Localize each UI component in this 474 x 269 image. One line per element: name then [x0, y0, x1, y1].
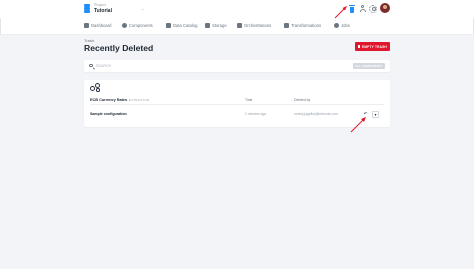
annotation-arrow-icon — [350, 117, 366, 133]
nav-item-orchestrations[interactable]: Orchestrations — [237, 20, 271, 30]
component-name: ECB Currency Rates — [90, 97, 128, 102]
gear-icon[interactable] — [369, 4, 377, 13]
top-bar: Project Tutorial ⌄ — [0, 0, 474, 18]
deleted-component-card: ECB Currency Rates EXTRACTOR Time Delete… — [84, 80, 390, 127]
nav-item-transformations[interactable]: Transformations — [284, 20, 321, 30]
annotation-arrow-icon — [334, 6, 347, 19]
component-icon — [90, 83, 101, 93]
nav-item-label: Jobs — [341, 22, 350, 28]
component-type: EXTRACTOR — [129, 98, 150, 102]
nav-item-jobs[interactable]: Jobs — [334, 20, 350, 30]
dashboard-icon — [84, 22, 89, 28]
trash-icon — [358, 45, 361, 48]
configuration-name: Sample configuration — [90, 111, 127, 116]
chevron-down-icon: ▾ — [374, 111, 377, 117]
nav-item-storage[interactable]: Storage — [205, 20, 227, 30]
components-icon — [122, 22, 127, 28]
nav-item-label: Orchestrations — [244, 22, 272, 28]
search-bar: ALL COMPONENTS — [84, 60, 390, 72]
avatar[interactable] — [380, 3, 390, 13]
chevron-down-icon[interactable]: ⌄ — [141, 6, 144, 11]
search-input[interactable] — [96, 62, 346, 70]
data-catalog-icon — [166, 22, 171, 28]
more-actions-button[interactable]: ▾ — [372, 110, 379, 118]
deleted-time: 2 minutes ago — [245, 112, 267, 116]
empty-trash-button[interactable]: EMPTY TRASH — [355, 42, 390, 51]
deleted-by: ondrej.jagelka@keboola.com — [294, 112, 338, 116]
main-nav: Dashboard Components Data Catalog Storag… — [84, 20, 384, 30]
nav-item-label: Components — [129, 22, 153, 28]
search-icon — [89, 63, 93, 68]
nav-item-data-catalog[interactable]: Data Catalog — [166, 20, 197, 30]
column-header-time: Time — [245, 98, 253, 102]
nav-item-dashboard[interactable]: Dashboard — [84, 20, 112, 30]
nav-item-label: Dashboard — [91, 22, 112, 28]
nav-item-label: Transformations — [291, 22, 322, 28]
orchestrations-icon — [237, 22, 242, 28]
nav-item-components[interactable]: Components — [122, 20, 153, 30]
project-logo-icon[interactable] — [84, 4, 91, 14]
component-filter-button[interactable]: ALL COMPONENTS — [353, 63, 385, 69]
project-label: Project — [94, 2, 106, 7]
transformations-icon — [284, 22, 289, 28]
user-icon[interactable] — [359, 5, 366, 13]
nav-item-label: Data Catalog — [173, 22, 198, 28]
jobs-icon — [334, 22, 339, 28]
table-row: Sample configuration 2 minutes ago ondre… — [84, 105, 390, 123]
empty-trash-label: EMPTY TRASH — [361, 44, 387, 49]
trash-icon[interactable] — [349, 5, 355, 13]
storage-icon — [205, 22, 210, 28]
page-title: Recently Deleted — [84, 43, 154, 53]
nav-item-label: Storage — [212, 22, 227, 28]
column-header-deleted-by: Deleted by — [294, 98, 311, 102]
project-name[interactable]: Tutorial — [94, 8, 112, 14]
